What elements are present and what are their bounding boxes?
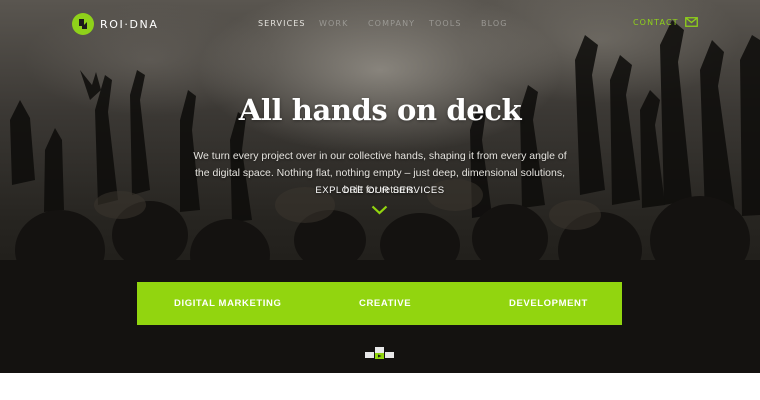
contact-link[interactable]: CONTACT	[633, 17, 698, 27]
nav-item-work[interactable]: WORK	[319, 19, 348, 28]
nav-item-services[interactable]: SERVICES	[258, 19, 306, 28]
brand-logo[interactable]: ROI·DNA	[72, 13, 158, 35]
service-digital-marketing[interactable]: DIGITAL MARKETING	[174, 298, 281, 309]
nav-item-blog[interactable]: BLOG	[481, 19, 508, 28]
contact-label: CONTACT	[633, 17, 679, 27]
services-bar: DIGITAL MARKETING CREATIVE DEVELOPMENT	[137, 282, 622, 325]
hero-section: ROI·DNA SERVICES WORK COMPANY TOOLS BLOG…	[0, 0, 760, 373]
hero-headline: All hands on deck	[238, 93, 522, 127]
nav-item-tools[interactable]: TOOLS	[429, 19, 462, 28]
cube-scroll-icon[interactable]	[365, 346, 395, 360]
chevron-down-icon[interactable]	[371, 205, 388, 215]
top-navigation: ROI·DNA SERVICES WORK COMPANY TOOLS BLOG…	[0, 0, 760, 48]
explore-services-link[interactable]: EXPLORE OUR SERVICES	[0, 185, 760, 196]
service-creative[interactable]: CREATIVE	[359, 298, 411, 309]
roi-dna-logo-icon	[72, 13, 94, 35]
mail-icon	[684, 17, 698, 27]
service-development[interactable]: DEVELOPMENT	[509, 298, 588, 309]
nav-item-company[interactable]: COMPANY	[368, 19, 415, 28]
brand-name: ROI·DNA	[100, 17, 159, 31]
